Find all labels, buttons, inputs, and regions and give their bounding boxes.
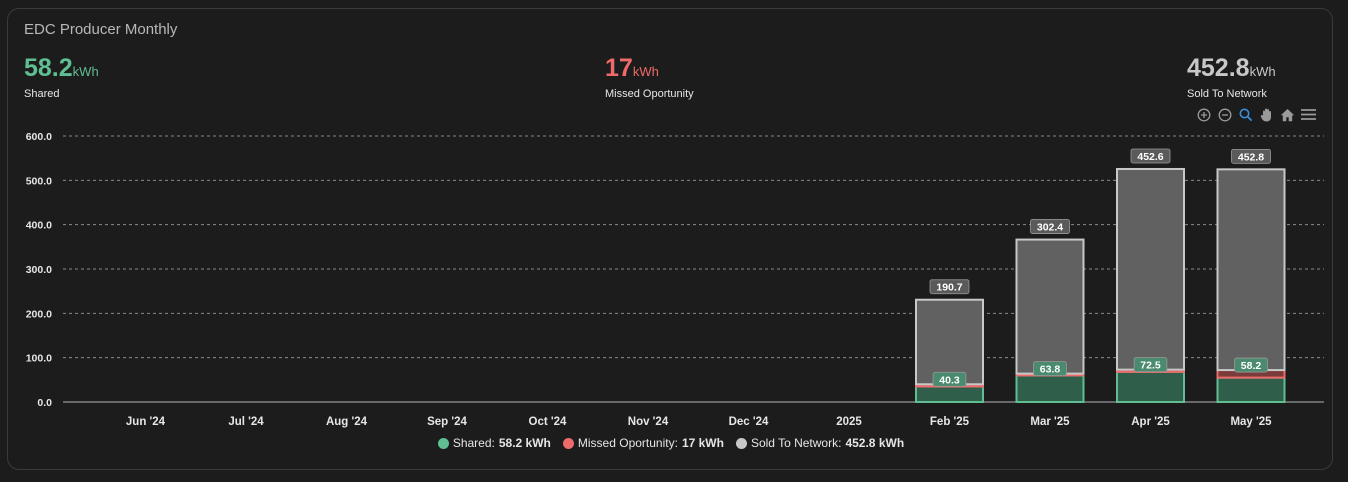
x-tick-label: Jun '24 (126, 416, 166, 428)
legend-item-shared[interactable]: Shared: 58.2 kWh (437, 436, 551, 450)
x-tick-label: Feb '25 (930, 416, 970, 428)
x-tick-label: May '25 (1230, 416, 1272, 428)
x-tick-label: Dec '24 (729, 416, 769, 428)
data-label-inner: 63.8 (1040, 364, 1061, 376)
data-label-inner: 72.5 (1140, 360, 1161, 372)
y-tick-label: 200.0 (26, 308, 52, 320)
data-label-top: 452.8 (1238, 151, 1264, 163)
legend-value: 452.8 kWh (845, 436, 905, 450)
bar-shared (1216, 376, 1286, 404)
y-tick-label: 600.0 (26, 131, 52, 143)
legend-marker (735, 437, 747, 449)
bar-shared (1015, 374, 1085, 403)
bar-sold-to-network (1015, 238, 1085, 375)
y-tick-label: 0.0 (37, 397, 52, 409)
legend-marker (437, 437, 449, 449)
legend-label: Missed Oportunity: (577, 436, 678, 450)
x-tick-label: Nov '24 (628, 416, 669, 428)
legend-marker (562, 437, 574, 449)
legend-item-sold[interactable]: Sold To Network: 452.8 kWh (735, 436, 905, 450)
bar-sold-to-network (1116, 167, 1185, 371)
bar-sold-to-network (915, 298, 984, 386)
x-tick-label: Apr '25 (1131, 416, 1170, 428)
bar-sold-to-network (1216, 168, 1286, 372)
x-tick-label: Jul '24 (228, 416, 264, 428)
bar-shared (1116, 370, 1185, 403)
legend-value: 17 kWh (681, 436, 724, 450)
legend-item-missed[interactable]: Missed Oportunity: 17 kWh (562, 436, 724, 450)
y-tick-label: 400.0 (26, 220, 52, 232)
chart-card: EDC Producer Monthly 58.2kWh Shared 17kW… (7, 8, 1333, 470)
bar-shared (915, 385, 984, 404)
chart-legend: Shared: 58.2 kWh Missed Oportunity: 17 k… (8, 436, 1334, 450)
legend-label: Sold To Network: (750, 436, 842, 450)
x-tick-label: 2025 (836, 416, 862, 428)
x-tick-label: Mar '25 (1030, 416, 1070, 428)
y-tick-label: 500.0 (26, 175, 52, 187)
x-tick-label: Aug '24 (326, 416, 368, 428)
x-tick-label: Oct '24 (529, 416, 567, 428)
data-label-inner: 40.3 (939, 374, 960, 386)
y-tick-label: 100.0 (26, 353, 52, 365)
x-tick-label: Sep '24 (427, 416, 467, 428)
data-label-top: 302.4 (1037, 222, 1063, 234)
data-label-top: 190.7 (936, 282, 962, 294)
bar-chart: 0.0 100.0 200.0 300.0 400.0 500.0 600.0 Jun '24… (26, 131, 1324, 428)
y-tick-label: 300.0 (26, 264, 52, 276)
legend-value: 58.2 kWh (498, 436, 551, 450)
legend-label: Shared: (452, 436, 495, 450)
data-label-inner: 58.2 (1241, 360, 1262, 372)
data-label-top: 452.6 (1137, 151, 1163, 163)
